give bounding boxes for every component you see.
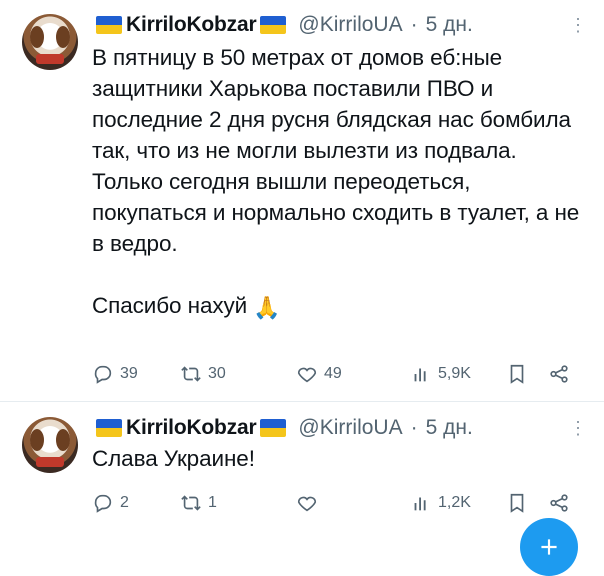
compose-button[interactable] [520,518,578,576]
separator: · [410,416,418,439]
reply-count: 2 [120,494,129,511]
tweet-header: KirriloKobzar @KirriloUA · 5 дн. [92,415,473,441]
pray-emoji: 🙏 [253,295,281,320]
views-count: 5,9K [438,365,471,382]
like-button[interactable]: 49 [296,360,342,388]
views-icon [414,368,426,382]
author-name[interactable]: KirriloKobzar [126,416,257,440]
tweet[interactable]: KirriloKobzar @KirriloUA · 5 дн. ⋮ Слава… [0,403,604,533]
tweet-text: Слава Украине! [92,443,587,474]
retweet-count: 30 [208,365,226,382]
reply-icon [94,365,112,384]
tweet-divider [0,401,604,402]
share-icon [550,494,568,512]
ukraine-flag-icon [260,16,287,34]
share-button[interactable] [548,489,570,517]
retweet-button[interactable]: 1 [180,489,217,517]
bookmark-icon [510,493,524,513]
more-icon[interactable]: ⋮ [566,415,590,441]
tweet-text-content: Слава Украине! [92,446,255,471]
bookmark-button[interactable] [506,360,528,388]
timestamp[interactable]: 5 дн. [426,13,473,37]
tweet-text: В пятницу в 50 метрах от домов еб:​ные з… [92,42,587,321]
author-name[interactable]: KirriloKobzar [126,13,257,37]
share-button[interactable] [548,360,570,388]
views-button[interactable]: 1,2K [410,489,471,517]
retweet-icon [181,366,201,382]
author-handle[interactable]: @KirriloUA [298,416,402,440]
tweet-text-content: В пятницу в 50 метрах от домов еб:​ные з… [92,45,580,318]
heart-icon [297,367,317,383]
heart-icon [297,496,317,512]
avatar[interactable] [22,14,78,70]
tweet-actions: 2 1 1,2K [92,489,572,517]
avatar-ear [30,26,44,48]
avatar-ear [56,429,70,451]
views-icon [414,497,426,511]
author-handle[interactable]: @KirriloUA [298,13,402,37]
retweet-count: 1 [208,494,217,511]
tweet-actions: 39 30 49 5,9K [92,360,572,388]
ukraine-flag-icon [96,419,122,437]
timestamp[interactable]: 5 дн. [426,416,473,440]
reply-count: 39 [120,365,138,382]
avatar-ear [56,26,70,48]
more-icon[interactable]: ⋮ [566,12,590,38]
separator: · [410,13,418,36]
reply-button[interactable]: 39 [92,360,138,388]
avatar-collar [36,54,64,64]
share-icon [550,365,568,383]
retweet-icon [181,495,201,511]
reply-button[interactable]: 2 [92,489,129,517]
compose-icon [541,539,557,555]
ukraine-flag-icon [260,419,287,437]
retweet-button[interactable]: 30 [180,360,226,388]
ukraine-flag-icon [96,16,122,34]
like-button[interactable] [296,489,324,517]
bookmark-button[interactable] [506,489,528,517]
avatar-ear [30,429,44,451]
bookmark-icon [510,364,524,384]
tweet[interactable]: KirriloKobzar @KirriloUA · 5 дн. ⋮ В пят… [0,0,604,402]
reply-icon [94,494,112,513]
avatar-collar [36,457,64,467]
avatar[interactable] [22,417,78,473]
like-count: 49 [324,365,342,382]
views-button[interactable]: 5,9K [410,360,471,388]
tweet-header: KirriloKobzar @KirriloUA · 5 дн. [92,12,473,38]
views-count: 1,2K [438,494,471,511]
